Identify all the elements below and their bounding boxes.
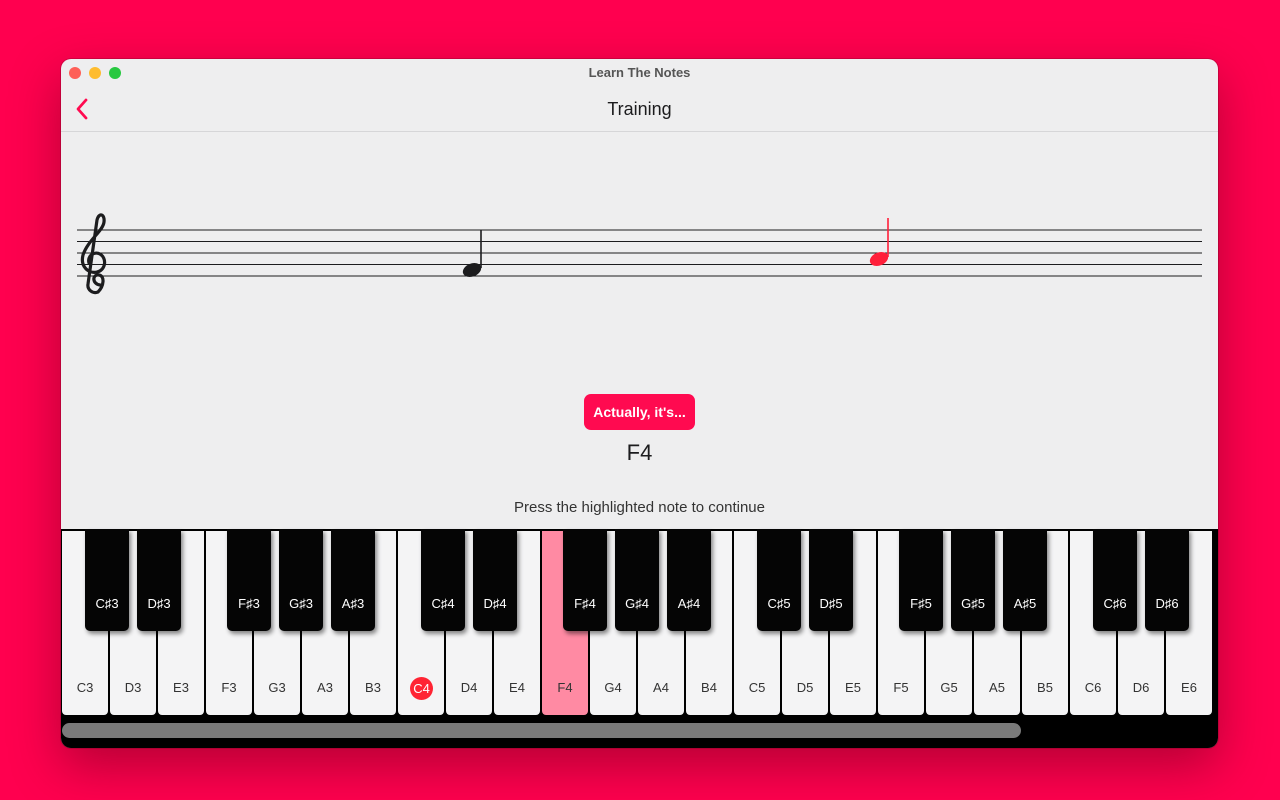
piano-key-a-sharp-5[interactable]: A♯5 [1003,529,1047,631]
piano-key-label: C♯3 [95,596,119,611]
piano-key-label: C♯6 [1103,596,1127,611]
horizontal-scrollbar[interactable] [61,719,1218,745]
actually-its-button[interactable]: Actually, it's... [584,394,695,430]
piano-key-label: C♯5 [767,596,791,611]
piano-key-a-sharp-3[interactable]: A♯3 [331,529,375,631]
piano-key-label: F♯3 [238,596,260,611]
piano-key-c-sharp-3[interactable]: C♯3 [85,529,129,631]
piano-key-label: E3 [173,680,189,695]
page-title: Training [607,99,672,119]
piano-key-label: C3 [76,680,94,695]
staff-note [462,230,482,277]
piano-key-d-sharp-6[interactable]: D♯6 [1145,529,1189,631]
piano-key-label: A♯4 [677,596,701,611]
piano-key-c-sharp-5[interactable]: C♯5 [757,529,801,631]
piano-key-label: A5 [989,680,1005,695]
piano-key-label: G♯4 [625,596,649,611]
piano-key-label: F5 [893,680,909,695]
piano-key-label: D♯5 [819,596,843,611]
piano-key-label: C6 [1084,680,1102,695]
music-staff [61,132,1218,432]
answer-note: F4 [626,440,653,465]
piano-key-d-sharp-5[interactable]: D♯5 [809,529,853,631]
piano-key-label: C♯4 [431,596,455,611]
piano-key-label: F♯5 [910,596,932,611]
piano-key-label: G♯3 [289,596,313,611]
piano-key-label: D♯6 [1155,596,1179,611]
piano-key-label: A♯5 [1013,596,1037,611]
piano-key-label: G4 [604,680,622,695]
piano-key-label: B5 [1037,680,1053,695]
piano-key-label: A4 [653,680,669,695]
piano-key-label: G3 [268,680,286,695]
piano-key-label: G5 [940,680,958,695]
navigation-bar: Training [61,87,1218,132]
piano-key-label: F3 [221,680,237,695]
piano-key-label: B4 [701,680,717,695]
piano-key-f-sharp-5[interactable]: F♯5 [899,529,943,631]
piano-key-label: A♯3 [341,596,365,611]
piano-key-label: C4 [410,677,433,700]
piano-key-d-sharp-4[interactable]: D♯4 [473,529,517,631]
piano-key-label: D6 [1132,680,1150,695]
scrollbar-thumb[interactable] [62,723,1021,738]
piano-key-label: C5 [748,680,766,695]
piano-key-label: G♯5 [961,596,985,611]
treble-clef-icon [80,213,107,295]
piano-key-c-sharp-4[interactable]: C♯4 [421,529,465,631]
piano-key-label: D4 [460,680,478,695]
app-window: Learn The Notes Training Actually, it's.… [61,59,1218,748]
instruction-text: Press the highlighted note to continue [513,499,765,516]
piano-key-label: F♯4 [574,596,596,611]
piano-key-f-sharp-4[interactable]: F♯4 [563,529,607,631]
piano-key-a-sharp-4[interactable]: A♯4 [667,529,711,631]
piano-key-label: E5 [845,680,861,695]
piano-key-label: D3 [124,680,142,695]
piano-key-label: B3 [365,680,381,695]
piano-key-label: F4 [557,680,573,695]
piano-keyboard: C3 D3 E3 F3 G3 A3 B3 C4 D4 E4 F4 G4 A4 B4 C5 D5 E5 F5 G5 A5… [61,529,1218,748]
staff-svg [77,213,1202,295]
piano-key-label: D♯3 [147,596,171,611]
piano-key-label: E4 [509,680,525,695]
piano-key-g-sharp-4[interactable]: G♯4 [615,529,659,631]
piano-key-d-sharp-3[interactable]: D♯3 [137,529,181,631]
piano-key-f-sharp-3[interactable]: F♯3 [227,529,271,631]
window-title: Learn The Notes [588,65,691,80]
title-bar: Learn The Notes [61,59,1218,87]
staff-note [869,218,889,266]
piano-key-label: A3 [317,680,333,695]
piano-key-c-sharp-6[interactable]: C♯6 [1093,529,1137,631]
piano-key-label: D5 [796,680,814,695]
piano-key-label: E6 [1181,680,1197,695]
piano-key-g-sharp-3[interactable]: G♯3 [279,529,323,631]
piano-key-label: D♯4 [483,596,507,611]
piano-key-g-sharp-5[interactable]: G♯5 [951,529,995,631]
